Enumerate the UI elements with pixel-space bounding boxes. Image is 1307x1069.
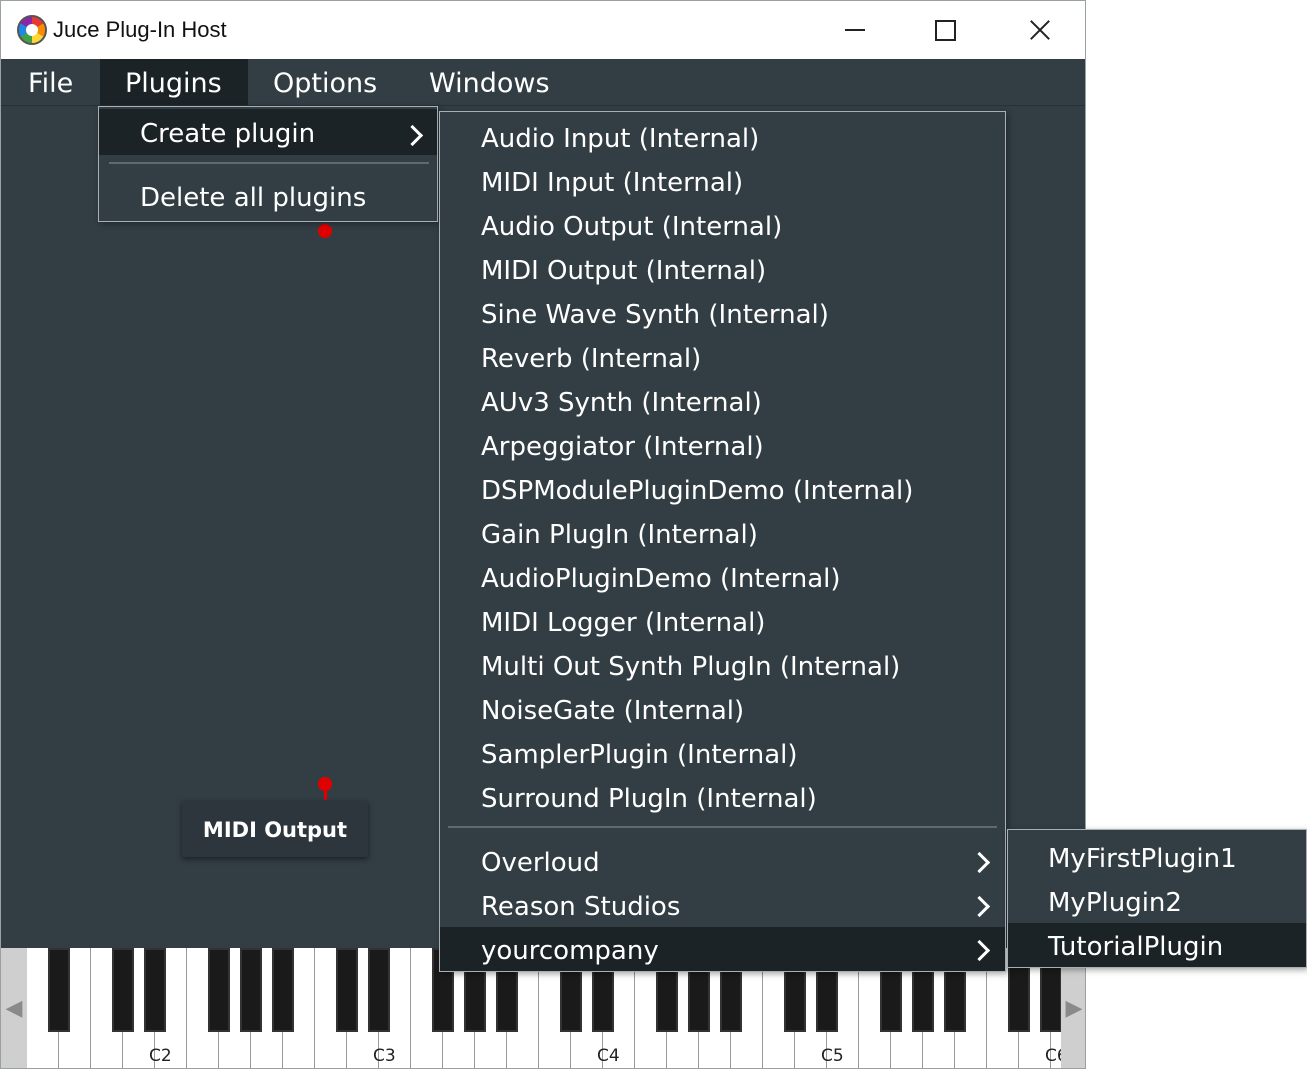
- chevron-right-icon: [401, 124, 424, 147]
- plugin-item[interactable]: Reverb (Internal): [440, 335, 1005, 379]
- plugin-item[interactable]: SamplerPlugin (Internal): [440, 731, 1005, 775]
- plugin-item[interactable]: MIDI Input (Internal): [440, 159, 1005, 203]
- yourcompany-submenu: MyFirstPlugin1 MyPlugin2 TutorialPlugin: [1007, 829, 1307, 968]
- create-plugin-submenu: Audio Input (Internal) MIDI Input (Intern…: [439, 111, 1006, 972]
- keyboard-scroll-left-icon[interactable]: ◀: [1, 948, 27, 1068]
- black-key[interactable]: [272, 948, 294, 1032]
- black-key[interactable]: [336, 948, 358, 1032]
- plugin-item[interactable]: MyPlugin2: [1008, 879, 1306, 923]
- plugin-item[interactable]: Audio Output (Internal): [440, 203, 1005, 247]
- pin-stem: [324, 788, 327, 800]
- plugin-item[interactable]: Surround PlugIn (Internal): [440, 775, 1005, 819]
- plugins-dropdown: Create plugin Delete all plugins: [98, 106, 438, 222]
- plugin-item[interactable]: Multi Out Synth PlugIn (Internal): [440, 643, 1005, 687]
- black-key[interactable]: [208, 948, 230, 1032]
- vendor-submenu-item[interactable]: yourcompany: [440, 927, 1005, 971]
- menu-windows[interactable]: Windows: [404, 59, 584, 105]
- plugin-item[interactable]: DSPModulePluginDemo (Internal): [440, 467, 1005, 511]
- vendor-submenu-item[interactable]: Reason Studios: [440, 883, 1005, 927]
- plugin-item[interactable]: TutorialPlugin: [1008, 923, 1306, 967]
- menu-separator: [448, 826, 997, 828]
- black-key[interactable]: [112, 948, 134, 1032]
- create-plugin-label: Create plugin: [140, 119, 316, 149]
- chevron-right-icon: [968, 939, 991, 962]
- window-title: Juce Plug-In Host: [53, 17, 227, 42]
- black-key[interactable]: [240, 948, 262, 1032]
- plugin-item[interactable]: Sine Wave Synth (Internal): [440, 291, 1005, 335]
- menu-bar: File Plugins Options Windows: [1, 59, 1085, 106]
- maximize-button[interactable]: [899, 1, 989, 59]
- plugin-item[interactable]: Audio Input (Internal): [440, 115, 1005, 159]
- connection-pin[interactable]: [318, 224, 332, 238]
- octave-label: C2: [149, 1046, 172, 1066]
- plugin-item[interactable]: MIDI Output (Internal): [440, 247, 1005, 291]
- chevron-right-icon: [968, 895, 991, 918]
- plugin-item[interactable]: Gain PlugIn (Internal): [440, 511, 1005, 555]
- menu-options[interactable]: Options: [248, 59, 403, 105]
- title-bar: Juce Plug-In Host: [1, 1, 1085, 59]
- plugin-item[interactable]: MIDI Logger (Internal): [440, 599, 1005, 643]
- plugin-item[interactable]: Arpeggiator (Internal): [440, 423, 1005, 467]
- black-key[interactable]: [144, 948, 166, 1032]
- close-button[interactable]: [991, 1, 1081, 59]
- menu-file[interactable]: File: [3, 59, 100, 105]
- black-key[interactable]: [48, 948, 70, 1032]
- octave-label: C5: [821, 1046, 844, 1066]
- menu-plugins[interactable]: Plugins: [100, 59, 248, 105]
- menu-item-create-plugin[interactable]: Create plugin: [99, 109, 437, 155]
- minimize-button[interactable]: [809, 1, 899, 59]
- chevron-right-icon: [968, 851, 991, 874]
- black-key[interactable]: [368, 948, 390, 1032]
- vendor-submenu-item[interactable]: Overloud: [440, 839, 1005, 883]
- plugin-item[interactable]: MyFirstPlugin1: [1008, 835, 1306, 879]
- octave-label: C4: [597, 1046, 620, 1066]
- juce-app-icon: [17, 15, 47, 45]
- plugin-item[interactable]: AudioPluginDemo (Internal): [440, 555, 1005, 599]
- plugin-item[interactable]: NoiseGate (Internal): [440, 687, 1005, 731]
- vendor-label: Overloud: [481, 848, 600, 878]
- vendor-label: Reason Studios: [481, 892, 681, 922]
- octave-label: C3: [373, 1046, 396, 1066]
- menu-separator: [109, 162, 429, 164]
- menu-item-delete-all-plugins[interactable]: Delete all plugins: [99, 173, 437, 219]
- vendor-label: yourcompany: [481, 936, 659, 966]
- plugin-item[interactable]: AUv3 Synth (Internal): [440, 379, 1005, 423]
- midi-output-node[interactable]: MIDI Output: [182, 801, 368, 857]
